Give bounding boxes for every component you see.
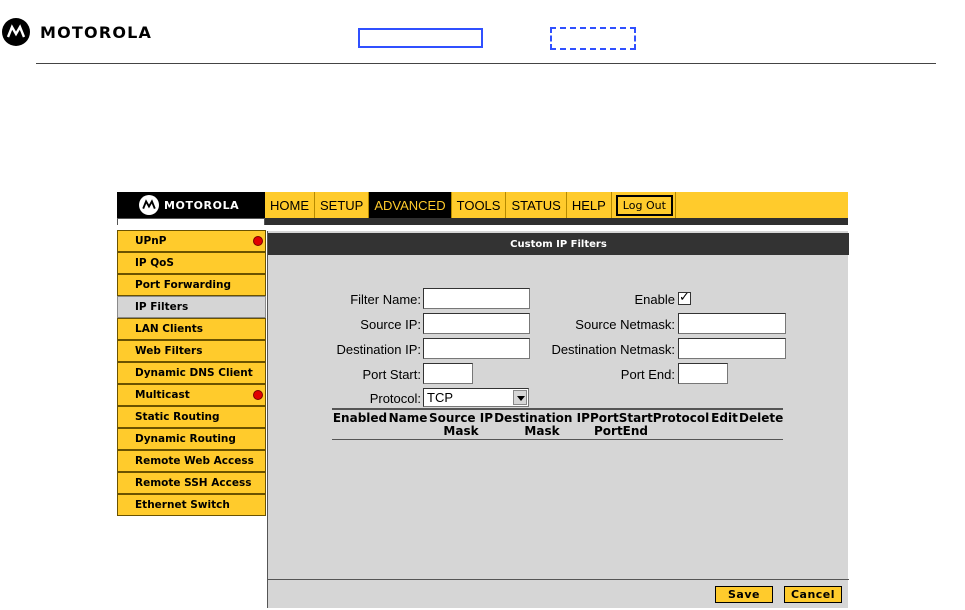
sidebar-item-label: Dynamic Routing — [135, 433, 236, 445]
sidebar-top-gap — [117, 218, 265, 225]
sidebar-item-label: Web Filters — [135, 345, 203, 357]
sidebar-item-label: Static Routing — [135, 411, 220, 423]
sidebar-item-ip-filters[interactable]: IP Filters — [117, 296, 266, 318]
content-panel: Custom IP Filters Filter Name: Enable ✓ … — [267, 231, 849, 608]
sidebar-item-dynamic-routing[interactable]: Dynamic Routing — [117, 428, 266, 450]
col-edit: Edit — [711, 411, 738, 425]
port-start-label: Port Start: — [362, 367, 421, 382]
page-brand-text: MOTOROLA — [40, 22, 153, 42]
header-divider — [36, 63, 936, 64]
sidebar: UPnP IP QoS Port Forwarding IP Filters L… — [117, 230, 266, 516]
sidebar-item-static-routing[interactable]: Static Routing — [117, 406, 266, 428]
col-enabled: Enabled — [332, 411, 388, 425]
blue-frame-solid — [358, 28, 483, 48]
sidebar-item-dynamic-dns-client[interactable]: Dynamic DNS Client — [117, 362, 266, 384]
blue-frame-dashed — [550, 27, 636, 50]
destination-ip-label: Destination IP: — [336, 342, 421, 357]
source-netmask-label: Source Netmask: — [575, 317, 675, 332]
source-netmask-input[interactable] — [678, 313, 786, 334]
nav-advanced[interactable]: ADVANCED — [369, 192, 452, 218]
nav-status[interactable]: STATUS — [506, 192, 567, 218]
sidebar-item-label: Remote Web Access — [135, 455, 254, 467]
col-delete: Delete — [739, 411, 784, 425]
nav-tools[interactable]: TOOLS — [452, 192, 507, 218]
table-bottom-rule — [332, 439, 783, 440]
nav-setup[interactable]: SETUP — [315, 192, 370, 218]
alert-badge-icon — [253, 236, 263, 246]
sidebar-item-remote-web-access[interactable]: Remote Web Access — [117, 450, 266, 472]
sidebar-item-lan-clients[interactable]: LAN Clients — [117, 318, 266, 340]
destination-netmask-input[interactable] — [678, 338, 786, 359]
port-end-input[interactable] — [678, 363, 728, 384]
protocol-label: Protocol: — [369, 391, 421, 406]
top-nav: HOME SETUP ADVANCED TOOLS STATUS HELP Lo… — [265, 192, 676, 218]
chevron-down-icon — [513, 390, 527, 405]
source-ip-input[interactable] — [423, 313, 530, 334]
sidebar-item-label: Remote SSH Access — [135, 477, 252, 489]
cancel-button[interactable]: Cancel — [784, 586, 842, 603]
router-brand-text: MOTOROLA — [164, 198, 240, 212]
page-brand: MOTOROLA — [2, 17, 152, 47]
table-header-row: Enabled Name Source IP Mask Destination I… — [332, 410, 783, 439]
sidebar-item-label: IP Filters — [135, 301, 189, 313]
sidebar-item-label: Dynamic DNS Client — [135, 367, 253, 379]
sidebar-item-label: IP QoS — [135, 257, 174, 269]
sidebar-item-label: Ethernet Switch — [135, 499, 230, 511]
col-portstart-portend: PortStart PortEnd — [590, 411, 653, 438]
source-ip-label: Source IP: — [360, 317, 421, 332]
logout-wrap: Log Out — [612, 192, 676, 218]
col-protocol: Protocol — [652, 411, 710, 425]
sidebar-item-ip-qos[interactable]: IP QoS — [117, 252, 266, 274]
filter-name-label: Filter Name: — [350, 292, 421, 307]
sidebar-item-remote-ssh-access[interactable]: Remote SSH Access — [117, 472, 266, 494]
sidebar-item-label: LAN Clients — [135, 323, 204, 335]
router-logo: MOTOROLA — [117, 192, 265, 218]
panel-title: Custom IP Filters — [268, 233, 849, 255]
sidebar-item-ethernet-switch[interactable]: Ethernet Switch — [117, 494, 266, 516]
sidebar-item-label: UPnP — [135, 235, 167, 247]
motorola-logo-icon — [2, 18, 30, 46]
col-destination-ip-mask: Destination IP Mask — [494, 411, 590, 438]
filters-table: Enabled Name Source IP Mask Destination I… — [332, 408, 783, 440]
header-dark-strip — [265, 218, 848, 225]
save-button[interactable]: Save — [715, 586, 773, 603]
enable-checkbox[interactable]: ✓ — [678, 291, 691, 305]
protocol-select[interactable]: TCP — [423, 388, 529, 407]
sidebar-item-upnp[interactable]: UPnP — [117, 230, 266, 252]
logout-button[interactable]: Log Out — [615, 194, 673, 216]
protocol-selected-value: TCP — [427, 390, 453, 405]
router-ui: MOTOROLA HOME SETUP ADVANCED TOOLS STATU… — [117, 192, 849, 608]
enable-label: Enable — [634, 292, 675, 307]
sidebar-item-web-filters[interactable]: Web Filters — [117, 340, 266, 362]
nav-home[interactable]: HOME — [265, 192, 315, 218]
sidebar-item-multicast[interactable]: Multicast — [117, 384, 266, 406]
nav-help[interactable]: HELP — [567, 192, 612, 218]
filter-name-input[interactable] — [423, 288, 530, 309]
col-name: Name — [388, 411, 428, 425]
alert-badge-icon — [253, 390, 263, 400]
sidebar-item-label: Multicast — [135, 389, 190, 401]
port-start-input[interactable] — [423, 363, 473, 384]
footer-divider — [268, 579, 849, 580]
motorola-logo-icon — [139, 195, 159, 215]
sidebar-item-label: Port Forwarding — [135, 279, 231, 291]
destination-netmask-label: Destination Netmask: — [551, 342, 675, 357]
destination-ip-input[interactable] — [423, 338, 530, 359]
col-source-ip-mask: Source IP Mask — [428, 411, 494, 438]
sidebar-item-port-forwarding[interactable]: Port Forwarding — [117, 274, 266, 296]
port-end-label: Port End: — [620, 367, 675, 382]
